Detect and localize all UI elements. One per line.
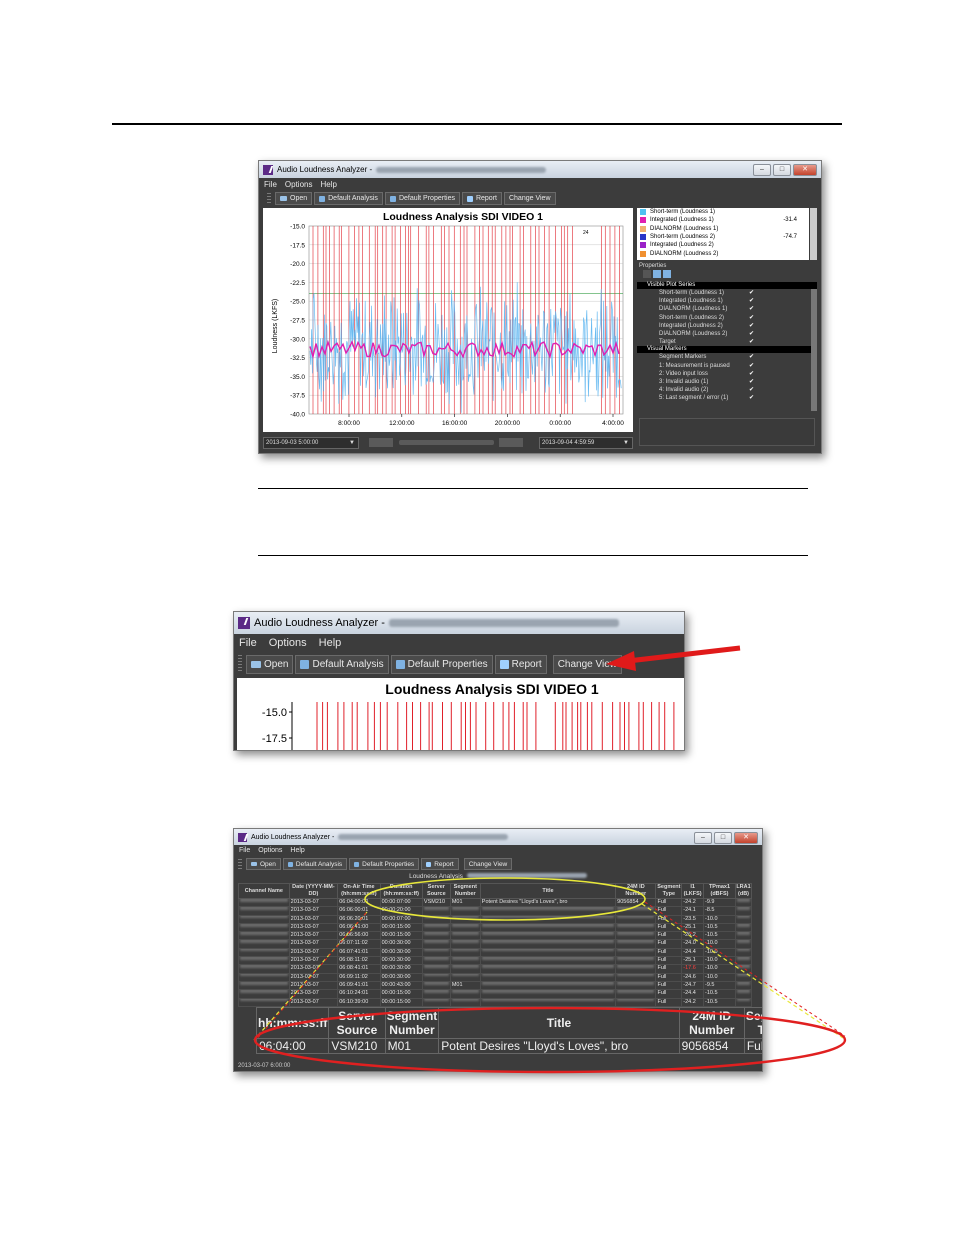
annotation-overlay [253,877,847,1074]
zoom-ellipse [253,1006,847,1074]
highlight-ellipse [364,877,646,921]
